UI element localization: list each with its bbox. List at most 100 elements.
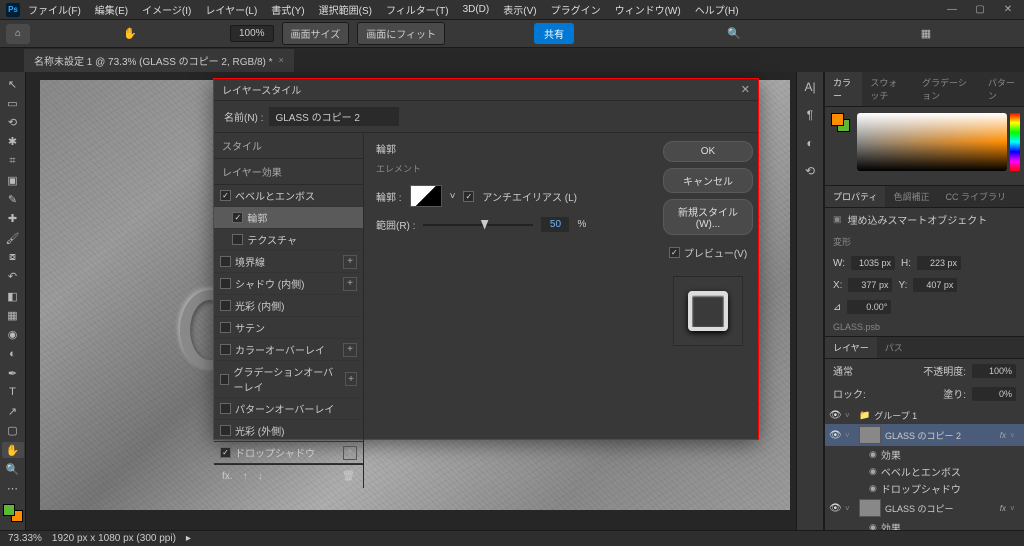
fx-badge[interactable]: fx — [1000, 504, 1006, 513]
style-item-11[interactable]: ドロップシャドウ+ — [214, 442, 363, 464]
style-checkbox[interactable] — [220, 374, 229, 385]
x-value[interactable]: 377 px — [848, 278, 892, 292]
gradients-tab[interactable]: グラデーション — [914, 72, 980, 106]
document-tab[interactable]: 名称未設定 1 @ 73.3% (GLASS のコピー 2, RGB/8) * … — [24, 49, 294, 72]
fit-screen-button[interactable]: 画面サイズ — [282, 22, 350, 45]
brush-tool[interactable]: 🖌 — [2, 230, 24, 246]
libraries-tab[interactable]: CC ライブラリ — [937, 186, 1014, 207]
frame-tool[interactable]: ▣ — [2, 172, 24, 188]
fx-up-icon[interactable]: ↑ — [243, 471, 248, 482]
name-input[interactable]: GLASS のコピー 2 — [269, 107, 399, 126]
visibility-icon[interactable]: 👁 — [829, 503, 841, 514]
menu-edit[interactable]: 編集(E) — [89, 0, 134, 19]
layer-item[interactable]: 👁˅GLASS のコピー 2fx˅ — [825, 424, 1024, 446]
style-checkbox[interactable] — [220, 447, 231, 458]
move-tool[interactable]: ↖ — [2, 76, 24, 92]
eyedropper-tool[interactable]: ✎ — [2, 192, 24, 208]
contour-picker[interactable] — [410, 185, 442, 207]
visibility-icon[interactable]: 👁 — [829, 430, 841, 441]
menu-layer[interactable]: レイヤー(L) — [199, 0, 263, 19]
wand-tool[interactable]: ✱ — [2, 134, 24, 150]
paragraph-panel-icon[interactable]: ¶ — [801, 106, 819, 124]
status-zoom[interactable]: 73.33% — [8, 533, 42, 544]
w-value[interactable]: 1035 px — [851, 256, 895, 270]
new-style-button[interactable]: 新規スタイル(W)... — [663, 199, 753, 235]
color-panel[interactable] — [825, 107, 1024, 185]
stamp-tool[interactable]: ⧇ — [2, 249, 24, 265]
style-checkbox[interactable] — [220, 344, 231, 355]
character-panel-icon[interactable]: A| — [801, 78, 819, 96]
path-tool[interactable]: ↗ — [2, 404, 24, 420]
tab-close-icon[interactable]: × — [279, 55, 284, 65]
range-value[interactable]: 50 — [541, 217, 569, 232]
style-item-3[interactable]: 境界線+ — [214, 251, 363, 273]
home-button[interactable]: ⌂ — [6, 24, 30, 44]
lasso-tool[interactable]: ⟲ — [2, 115, 24, 131]
add-instance-icon[interactable]: + — [345, 372, 357, 386]
color-swatches[interactable] — [3, 504, 23, 522]
hand-tool[interactable]: ✋ — [2, 442, 24, 458]
style-checkbox[interactable] — [220, 403, 231, 414]
style-item-8[interactable]: グラデーションオーバーレイ+ — [214, 361, 363, 398]
layers-tab[interactable]: レイヤー — [825, 337, 877, 358]
style-item-6[interactable]: サテン — [214, 317, 363, 339]
antialias-checkbox[interactable] — [463, 191, 474, 202]
opacity-value[interactable]: 100% — [972, 364, 1016, 378]
add-instance-icon[interactable]: + — [343, 255, 357, 269]
paths-tab[interactable]: パス — [877, 337, 911, 358]
fx-menu-icon[interactable]: fx. — [222, 471, 233, 482]
style-checkbox[interactable] — [220, 300, 231, 311]
dodge-tool[interactable]: ◐ — [2, 346, 24, 362]
adjustments-panel-icon[interactable]: ◐ — [801, 134, 819, 152]
dialog-close-icon[interactable]: ✕ — [741, 83, 750, 96]
menu-image[interactable]: イメージ(I) — [136, 0, 197, 19]
blending-options[interactable]: レイヤー効果 — [214, 159, 363, 185]
add-instance-icon[interactable]: + — [343, 343, 357, 357]
search-icon[interactable]: 🔍 — [723, 25, 745, 43]
fit-window-button[interactable]: 画面にフィット — [357, 22, 445, 45]
menu-filter[interactable]: フィルター(T) — [380, 0, 455, 19]
menu-view[interactable]: 表示(V) — [497, 0, 542, 19]
style-checkbox[interactable] — [220, 278, 231, 289]
dialog-titlebar[interactable]: レイヤースタイル ✕ — [214, 79, 758, 101]
pen-tool[interactable]: ✒ — [2, 365, 24, 381]
color-field[interactable] — [857, 113, 1007, 171]
zoom-tool[interactable]: 🔍 — [2, 461, 24, 477]
visibility-icon[interactable]: 👁 — [829, 410, 841, 421]
style-item-7[interactable]: カラーオーバーレイ+ — [214, 339, 363, 361]
menu-window[interactable]: ウィンドウ(W) — [609, 0, 687, 19]
share-button[interactable]: 共有 — [534, 23, 574, 44]
history-brush-tool[interactable]: ↶ — [2, 269, 24, 285]
shape-tool[interactable]: ▢ — [2, 423, 24, 439]
hue-slider[interactable] — [1010, 113, 1020, 171]
style-checkbox[interactable] — [220, 190, 231, 201]
style-item-5[interactable]: 光彩 (内側) — [214, 295, 363, 317]
angle-value[interactable]: 0.00° — [847, 300, 891, 314]
layer-item[interactable]: 👁˅GLASS のコピーfx˅ — [825, 497, 1024, 519]
gradient-tool[interactable]: ▦ — [2, 307, 24, 323]
style-item-2[interactable]: テクスチャ — [214, 229, 363, 251]
workspace-icon[interactable]: ▦ — [915, 25, 937, 43]
style-item-1[interactable]: 輪郭 — [214, 207, 363, 229]
range-slider[interactable] — [423, 224, 533, 226]
edit-toolbar[interactable]: ⋯ — [2, 481, 24, 497]
window-close[interactable]: ✕ — [998, 3, 1018, 17]
fill-value[interactable]: 0% — [972, 387, 1016, 401]
menu-select[interactable]: 選択範囲(S) — [313, 0, 378, 19]
hand-tool-icon[interactable]: ✋ — [119, 25, 141, 43]
crop-tool[interactable]: ⌗ — [2, 153, 24, 169]
y-value[interactable]: 407 px — [913, 278, 957, 292]
style-checkbox[interactable] — [232, 234, 243, 245]
h-value[interactable]: 223 px — [917, 256, 961, 270]
menu-help[interactable]: ヘルプ(H) — [689, 0, 745, 19]
swatches-tab[interactable]: スウォッチ — [862, 72, 914, 106]
layer-group[interactable]: 👁˅📁 グループ 1 — [825, 407, 1024, 424]
window-restore[interactable]: ▢ — [970, 3, 990, 17]
fx-badge[interactable]: fx — [1000, 431, 1006, 440]
adjustments-tab[interactable]: 色調補正 — [885, 186, 937, 207]
window-minimize[interactable]: — — [942, 3, 962, 17]
preview-checkbox[interactable] — [669, 247, 680, 258]
blend-mode[interactable]: 通常 — [833, 363, 853, 378]
eraser-tool[interactable]: ◧ — [2, 288, 24, 304]
fx-down-icon[interactable]: ↓ — [258, 471, 263, 482]
